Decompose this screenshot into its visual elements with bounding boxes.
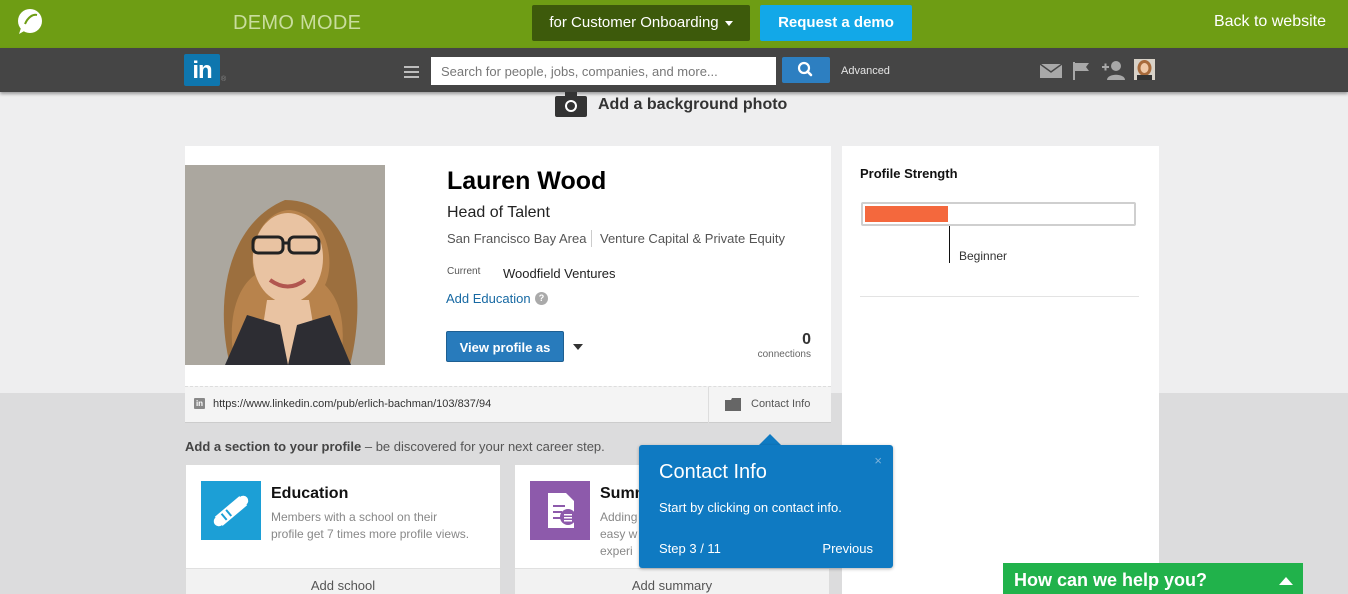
public-url-bar: in https://www.linkedin.com/pub/erlich-b… — [185, 386, 831, 424]
profile-location[interactable]: San Francisco Bay Area — [447, 231, 586, 246]
tooltip-step-counter: Step 3 / 11 — [659, 541, 721, 556]
search-button[interactable] — [782, 57, 830, 83]
demo-bar: DEMO MODE for Customer Onboarding Reques… — [0, 0, 1348, 48]
profile-headline: Head of Talent — [447, 204, 550, 221]
add-school-button[interactable]: Add school — [186, 568, 500, 594]
tooltip-body: Start by clicking on contact info. — [659, 500, 842, 515]
section-card-description: Members with a school on their profile g… — [271, 510, 470, 541]
menu-icon[interactable] — [404, 66, 419, 78]
registered-mark: ® — [221, 76, 227, 83]
add-section-prompt: Add a section to your profile – be disco… — [185, 439, 605, 454]
linkedin-logo[interactable]: in — [184, 54, 220, 86]
add-education-link[interactable]: Add Education — [446, 291, 531, 306]
education-icon — [201, 481, 261, 540]
mail-icon[interactable] — [1040, 64, 1062, 78]
profile-strength-fill — [865, 206, 948, 222]
flag-icon[interactable] — [1072, 62, 1090, 80]
add-section-heading: Add a section to your profile — [185, 439, 362, 454]
onboarding-dropdown-label: for Customer Onboarding — [549, 14, 719, 31]
search-input[interactable] — [431, 57, 776, 85]
tooltip-title: Contact Info — [659, 461, 767, 483]
linkedin-navbar: in ® Advanced — [0, 48, 1348, 92]
add-background-photo[interactable]: Add a background photo — [555, 92, 795, 120]
chevron-up-icon[interactable] — [1279, 577, 1293, 585]
help-widget-label: How can we help you? — [1014, 570, 1208, 590]
add-connection-icon[interactable] — [1102, 61, 1126, 80]
profile-industry[interactable]: Venture Capital & Private Equity — [600, 231, 785, 246]
profile-strength-marker — [949, 226, 950, 263]
summary-document-icon — [530, 481, 590, 540]
contact-card-icon — [725, 398, 741, 411]
divider — [860, 296, 1139, 297]
divider — [708, 387, 709, 424]
profile-strength-meter — [861, 202, 1136, 226]
public-profile-url[interactable]: https://www.linkedin.com/pub/erlich-bach… — [213, 398, 491, 410]
add-summary-button[interactable]: Add summary — [515, 568, 829, 594]
chevron-down-icon — [724, 20, 733, 26]
education-section-card[interactable]: Education Members with a school on their… — [185, 464, 501, 594]
connections-label: connections — [757, 349, 811, 360]
current-label: Current — [447, 266, 481, 277]
current-company[interactable]: Woodfield Ventures — [503, 266, 616, 281]
help-icon[interactable]: ? — [535, 292, 548, 305]
section-card-title: Education — [271, 485, 349, 502]
chevron-down-icon[interactable] — [573, 344, 583, 350]
view-profile-as-button[interactable]: View profile as — [446, 331, 564, 362]
add-background-photo-label: Add a background photo — [598, 96, 788, 113]
close-icon[interactable]: × — [874, 453, 882, 468]
profile-photo[interactable] — [185, 165, 385, 365]
demo-mode-label: DEMO MODE — [233, 12, 362, 34]
tooltip-previous-button[interactable]: Previous — [822, 541, 873, 556]
linkedin-small-icon: in — [194, 398, 205, 409]
profile-card: Lauren Wood Head of Talent San Francisco… — [185, 146, 831, 386]
avatar[interactable] — [1134, 59, 1155, 80]
camera-icon — [555, 92, 587, 117]
contact-info-button[interactable]: Contact Info — [751, 398, 810, 410]
divider — [591, 230, 592, 247]
search-icon — [797, 61, 813, 77]
chat-bubble-logo-icon[interactable] — [16, 8, 44, 36]
profile-name: Lauren Wood — [447, 167, 607, 195]
help-chat-widget[interactable]: How can we help you? — [1003, 563, 1303, 594]
back-to-website-link[interactable]: Back to website — [1214, 13, 1326, 31]
advanced-search-link[interactable]: Advanced — [841, 65, 890, 77]
profile-strength-level: Beginner — [959, 249, 1008, 263]
onboarding-tooltip: × Contact Info Start by clicking on cont… — [639, 445, 893, 568]
connections-count: 0 — [802, 331, 811, 348]
add-section-subtext: – be discovered for your next career ste… — [361, 439, 605, 454]
onboarding-dropdown[interactable]: for Customer Onboarding — [532, 5, 750, 41]
tooltip-pointer — [759, 434, 781, 445]
request-demo-button[interactable]: Request a demo — [760, 5, 912, 41]
profile-strength-title: Profile Strength — [860, 166, 958, 181]
